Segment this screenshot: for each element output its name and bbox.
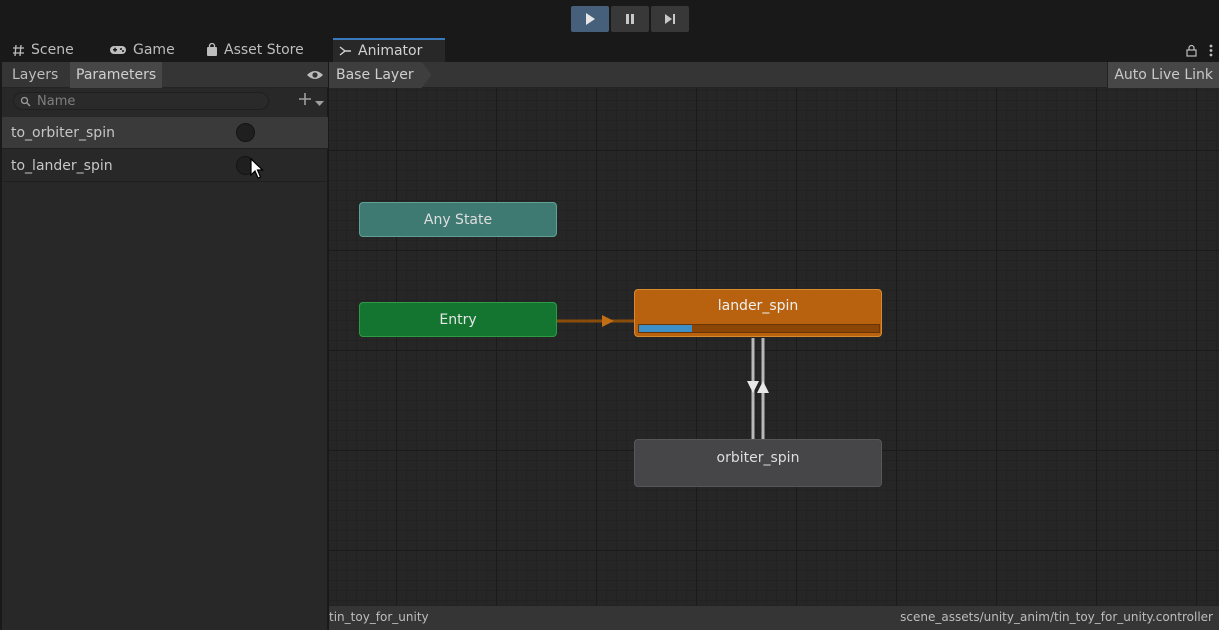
lock-icon[interactable] (1186, 42, 1197, 61)
parameters-panel: Layers Parameters to_orbiter_spin t (2, 62, 328, 630)
state-entry[interactable]: Entry (359, 302, 557, 337)
chevron-down-icon (315, 92, 324, 111)
transition-arrow-icon (757, 381, 769, 393)
plus-icon (297, 91, 313, 111)
controller-name: tin_toy_for_unity (329, 610, 429, 624)
state-orbiter-spin[interactable]: orbiter_spin (634, 439, 882, 487)
transition-entry-to-lander[interactable] (557, 315, 634, 327)
parameter-row-to-lander-spin[interactable]: to_lander_spin (2, 150, 328, 182)
animator-graph[interactable]: Base Layer Auto Live Link Any State Entr… (329, 62, 1219, 630)
transition-arrow-icon (747, 381, 759, 393)
kebab-menu-icon[interactable] (1209, 42, 1213, 61)
transition-orbiter-to-lander[interactable] (757, 338, 769, 439)
play-toolbar (0, 0, 1219, 38)
pause-icon (626, 14, 634, 24)
parameter-name: to_lander_spin (11, 157, 113, 174)
state-progress-bar (638, 324, 880, 333)
eye-icon[interactable] (306, 67, 324, 86)
parameter-row-to-orbiter-spin[interactable]: to_orbiter_spin (2, 117, 328, 149)
animator-icon (339, 45, 352, 57)
controller-path: scene_assets/unity_anim/tin_toy_for_unit… (900, 610, 1213, 624)
subtab-parameters[interactable]: Parameters (70, 62, 163, 88)
parameter-search-row (2, 88, 328, 116)
tab-asset-store[interactable]: Asset Store (200, 38, 310, 62)
trigger-toggle[interactable] (236, 123, 255, 142)
state-lander-spin[interactable]: lander_spin (634, 289, 882, 337)
state-progress-fill (639, 325, 692, 332)
play-button[interactable] (571, 6, 609, 32)
tab-label: Scene (31, 42, 74, 58)
gamepad-icon (109, 44, 127, 56)
window-tab-bar: Scene Game Asset Store Animator (0, 38, 1219, 62)
step-button[interactable] (651, 6, 689, 32)
transition-lander-to-orbiter[interactable] (747, 338, 759, 439)
mouse-cursor-icon (250, 158, 264, 179)
shopping-bag-icon (206, 43, 218, 57)
step-icon (665, 14, 675, 24)
grid-hash-icon (12, 44, 25, 57)
play-icon (586, 13, 595, 25)
search-icon (20, 92, 31, 111)
status-bar: tin_toy_for_unity scene_assets/unity_ani… (329, 605, 1219, 630)
tab-label: Animator (358, 43, 423, 59)
panel-subtabs: Layers Parameters (2, 62, 328, 88)
state-any-state[interactable]: Any State (359, 202, 557, 237)
pause-button[interactable] (611, 6, 649, 32)
tab-animator[interactable]: Animator (333, 38, 445, 62)
add-parameter-button[interactable] (297, 91, 324, 111)
tab-label: Asset Store (224, 42, 304, 58)
tab-label: Game (133, 42, 175, 58)
transition-layer (557, 315, 769, 439)
tab-game[interactable]: Game (103, 38, 181, 62)
window-controls (1186, 42, 1213, 61)
transition-arrow-icon (602, 315, 614, 327)
search-field (13, 92, 269, 110)
search-input[interactable] (37, 93, 257, 109)
subtab-layers[interactable]: Layers (6, 62, 64, 88)
tab-scene[interactable]: Scene (6, 38, 80, 62)
parameter-name: to_orbiter_spin (11, 124, 115, 141)
